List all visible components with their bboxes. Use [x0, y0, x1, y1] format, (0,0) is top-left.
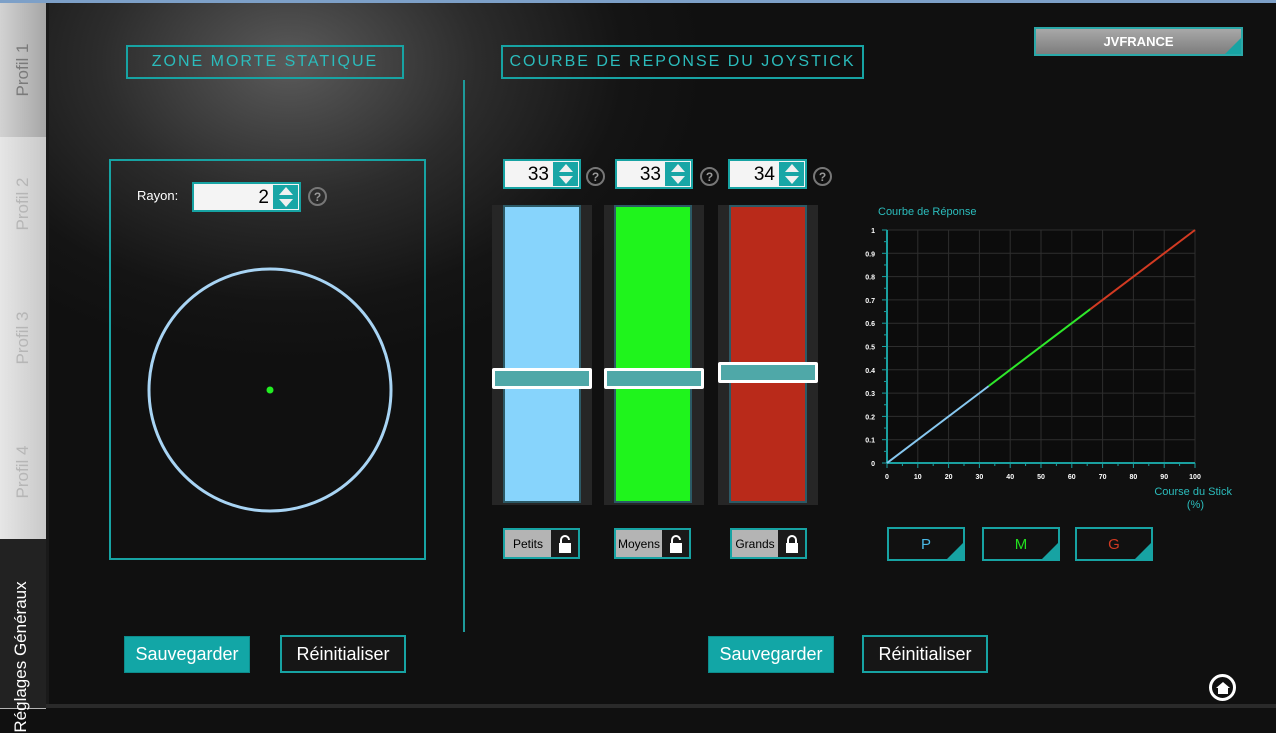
lock-button-label: Grands — [732, 530, 778, 557]
grands-lock-button[interactable]: Grands — [730, 528, 807, 559]
petits-stepper[interactable]: 33 — [503, 159, 581, 189]
chart-x-tick-label: 10 — [914, 474, 922, 481]
unlock-icon — [551, 530, 578, 557]
chart-x-tick-label: 30 — [976, 474, 984, 481]
chart-y-tick-label: 0.2 — [865, 414, 875, 421]
tab-label: Profil 1 — [13, 43, 32, 97]
deadzone-reset-button[interactable]: Réinitialiser — [280, 635, 406, 673]
deadzone-save-button[interactable]: Sauvegarder — [124, 636, 250, 673]
reset-label: Réinitialiser — [878, 643, 972, 664]
grands-stepper[interactable]: 34 — [728, 159, 807, 189]
preset-p-button[interactable]: P — [887, 527, 965, 561]
curve-reset-button[interactable]: Réinitialiser — [862, 635, 988, 673]
chart-x-label: Course du Stick — [1154, 486, 1232, 498]
tab-profil-1[interactable]: Profil 1 — [0, 3, 46, 138]
corner-triangle-icon — [1042, 543, 1058, 559]
save-label: Sauvegarder — [719, 644, 823, 664]
curve-title: COURBE DE REPONSE DU JOYSTICK — [501, 45, 864, 79]
stepper-arrows-icon[interactable] — [779, 162, 804, 186]
chart-x-tick-label: 40 — [1006, 474, 1014, 481]
corner-triangle-icon — [1135, 543, 1151, 559]
chart-x-tick-label: 90 — [1160, 474, 1168, 481]
reset-label: Réinitialiser — [296, 643, 390, 664]
tab-profil-2[interactable]: Profil 2 — [0, 137, 46, 272]
chart-x-tick-label: 0 — [885, 474, 889, 481]
chart-y-tick-label: 0 — [871, 461, 875, 468]
save-label: Sauvegarder — [135, 644, 239, 664]
curve-title-text: COURBE DE REPONSE DU JOYSTICK — [509, 53, 856, 70]
petits-help-icon[interactable]: ? — [586, 167, 605, 186]
tab-reglages-generaux[interactable]: Réglages Généraux — [0, 539, 46, 733]
chart-title: Courbe de Réponse — [878, 206, 976, 218]
chart-x-tick-label: 80 — [1130, 474, 1138, 481]
unlock-icon — [662, 530, 689, 557]
petits-lock-button[interactable]: Petits — [503, 528, 580, 559]
grands-value: 34 — [753, 164, 775, 185]
moyens-stepper[interactable]: 33 — [615, 159, 693, 189]
chart-y-tick-label: 0.1 — [865, 438, 875, 445]
tab-label: Profil 3 — [13, 311, 32, 365]
chart-x-tick-label: 60 — [1068, 474, 1076, 481]
preset-label: M — [1014, 535, 1028, 553]
deadzone-title: ZONE MORTE STATIQUE — [126, 45, 404, 79]
grands-slider-handle[interactable] — [718, 361, 818, 383]
tab-label: Profil 4 — [13, 445, 32, 499]
chart-y-tick-label: 0.5 — [865, 345, 875, 352]
moyens-slider-bar[interactable] — [614, 205, 692, 503]
stepper-arrows-icon[interactable] — [553, 162, 578, 186]
petits-slider-bar[interactable] — [503, 205, 581, 503]
chart-x-tick-label: 50 — [1037, 474, 1045, 481]
home-icon[interactable] — [1209, 674, 1236, 701]
chart-y-tick-label: 0.6 — [865, 321, 875, 328]
corner-triangle-icon — [1225, 38, 1241, 54]
chart-y-tick-label: 0.7 — [865, 298, 875, 305]
preset-g-button[interactable]: G — [1075, 527, 1153, 561]
petits-slider-handle[interactable] — [492, 367, 592, 389]
chart-x-label-unit: (%) — [1187, 499, 1204, 511]
taskbar-strip — [46, 704, 1276, 708]
moyens-lock-button[interactable]: Moyens — [614, 528, 691, 559]
moyens-slider-handle[interactable] — [604, 367, 704, 389]
lock-icon — [778, 530, 805, 557]
radius-label: Rayon: — [137, 188, 179, 203]
chart-y-tick-label: 1 — [871, 228, 875, 235]
chart-y-tick-label: 0.9 — [865, 251, 875, 258]
grands-slider-bar[interactable] — [729, 205, 807, 503]
stick-position-dot — [266, 386, 274, 394]
deadzone-circle-view — [147, 267, 393, 513]
chart-x-tick-label: 100 — [1189, 474, 1201, 481]
preset-label: P — [920, 535, 931, 553]
moyens-help-icon[interactable]: ? — [700, 167, 719, 186]
lock-button-label: Petits — [505, 530, 551, 557]
stepper-arrows-icon[interactable] — [665, 162, 690, 186]
tab-label: Profil 2 — [13, 177, 32, 231]
chart-x-tick-label: 20 — [945, 474, 953, 481]
section-divider — [463, 80, 465, 632]
chart-y-tick-label: 0.4 — [865, 368, 875, 375]
radius-stepper[interactable]: 2 — [192, 182, 301, 212]
brand-label: JVFRANCE — [1103, 34, 1174, 49]
curve-save-button[interactable]: Sauvegarder — [708, 636, 834, 673]
moyens-value: 33 — [639, 164, 661, 185]
preset-label: G — [1108, 535, 1120, 553]
chart-y-tick-label: 0.8 — [865, 275, 875, 282]
grands-help-icon[interactable]: ? — [813, 167, 832, 186]
deadzone-title-text: ZONE MORTE STATIQUE — [151, 53, 379, 70]
radius-value: 2 — [258, 187, 269, 208]
stepper-arrows-icon[interactable] — [273, 185, 298, 209]
tab-profil-3[interactable]: Profil 3 — [0, 271, 46, 406]
corner-triangle-icon — [947, 543, 963, 559]
profile-sidebar: Profil 1 Profil 2 Profil 3 Profil 4 Régl… — [0, 3, 46, 733]
lock-button-label: Moyens — [616, 530, 662, 557]
tab-profil-4[interactable]: Profil 4 — [0, 405, 46, 540]
petits-value: 33 — [527, 164, 549, 185]
chart-y-tick-label: 0.3 — [865, 391, 875, 398]
radius-help-icon[interactable]: ? — [308, 187, 327, 206]
chart-x-tick-label: 70 — [1099, 474, 1107, 481]
response-curve-chart: 0 10 20 30 40 50 60 70 80 90 100 0 0.1 0.2 0.3 0.4 0.5 0.… — [865, 206, 1232, 511]
brand-button[interactable]: JVFRANCE — [1034, 27, 1243, 56]
preset-m-button[interactable]: M — [982, 527, 1060, 561]
tab-label: Réglages Généraux — [11, 581, 31, 733]
